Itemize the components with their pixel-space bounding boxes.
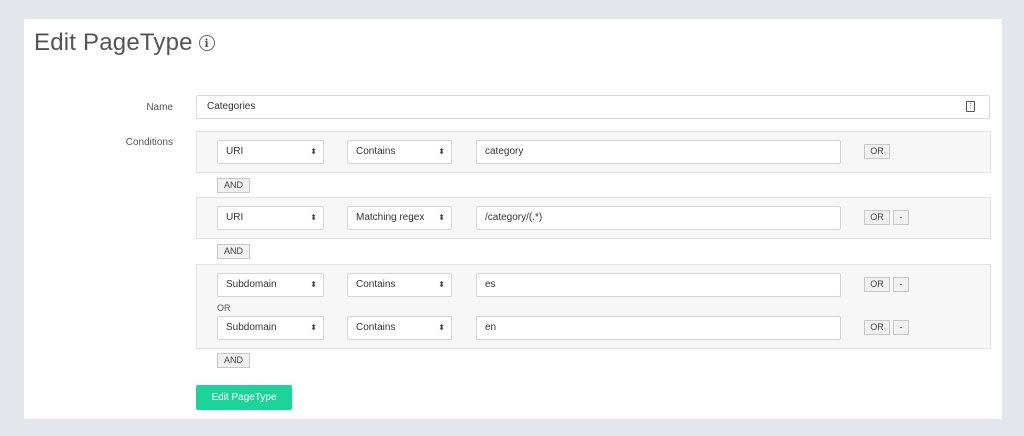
operator-select[interactable]: Contains ⬍ (347, 140, 452, 164)
or-separator: OR (217, 303, 231, 313)
select-arrows-icon: ⬍ (438, 213, 445, 222)
value-input[interactable]: category (476, 140, 841, 164)
page-title: Edit PageType i (34, 29, 215, 57)
remove-condition-button[interactable]: - (893, 320, 909, 335)
operator-select[interactable]: Contains ⬍ (347, 273, 452, 297)
select-arrows-icon: ⬍ (438, 147, 445, 156)
operator-select-value: Contains (356, 146, 396, 157)
operator-select-value: Contains (356, 322, 396, 333)
field-select-value: Subdomain (226, 322, 277, 333)
value-input[interactable]: en (476, 316, 841, 340)
contact-card-icon: ⋮ (966, 101, 975, 112)
or-button[interactable]: OR (864, 210, 890, 225)
field-select[interactable]: URI ⬍ (217, 140, 324, 164)
or-button[interactable]: OR (864, 320, 890, 335)
or-button[interactable]: OR (864, 277, 890, 292)
condition-group-3: Subdomain ⬍ Contains ⬍ es OR - OR Subdom… (196, 264, 991, 349)
select-arrows-icon: ⬍ (438, 280, 445, 289)
info-icon[interactable]: i (198, 35, 215, 51)
edit-pagetype-card: Edit PageType i Name Categories ⋮ Condit… (24, 19, 1002, 419)
condition-group-2: URI ⬍ Matching regex ⬍ /category/(.*) OR… (196, 197, 991, 239)
field-select[interactable]: Subdomain ⬍ (217, 273, 324, 297)
page-title-text: Edit PageType (34, 29, 193, 56)
value-input[interactable]: es (476, 273, 841, 297)
condition-group-1: URI ⬍ Contains ⬍ category OR (196, 131, 991, 173)
edit-pagetype-button[interactable]: Edit PageType (196, 385, 292, 410)
remove-condition-button[interactable]: - (893, 277, 909, 292)
name-label: Name (146, 102, 173, 113)
select-arrows-icon: ⬍ (310, 323, 317, 332)
or-button[interactable]: OR (864, 144, 890, 159)
field-select-value: URI (226, 146, 244, 157)
select-arrows-icon: ⬍ (310, 280, 317, 289)
name-input[interactable]: Categories ⋮ (196, 95, 990, 119)
operator-select-value: Contains (356, 279, 396, 290)
field-select-value: Subdomain (226, 279, 277, 290)
field-select-value: URI (226, 212, 244, 223)
and-button[interactable]: AND (217, 244, 250, 259)
field-select[interactable]: Subdomain ⬍ (217, 316, 324, 340)
field-select[interactable]: URI ⬍ (217, 206, 324, 230)
select-arrows-icon: ⬍ (438, 323, 445, 332)
name-input-value: Categories (207, 101, 256, 112)
operator-select[interactable]: Contains ⬍ (347, 316, 452, 340)
remove-condition-button[interactable]: - (893, 210, 909, 225)
operator-select-value: Matching regex (356, 212, 425, 223)
select-arrows-icon: ⬍ (310, 147, 317, 156)
and-button[interactable]: AND (217, 353, 250, 368)
conditions-label: Conditions (125, 137, 173, 148)
and-button[interactable]: AND (217, 178, 250, 193)
value-input[interactable]: /category/(.*) (476, 206, 841, 230)
operator-select[interactable]: Matching regex ⬍ (347, 206, 452, 230)
select-arrows-icon: ⬍ (310, 213, 317, 222)
